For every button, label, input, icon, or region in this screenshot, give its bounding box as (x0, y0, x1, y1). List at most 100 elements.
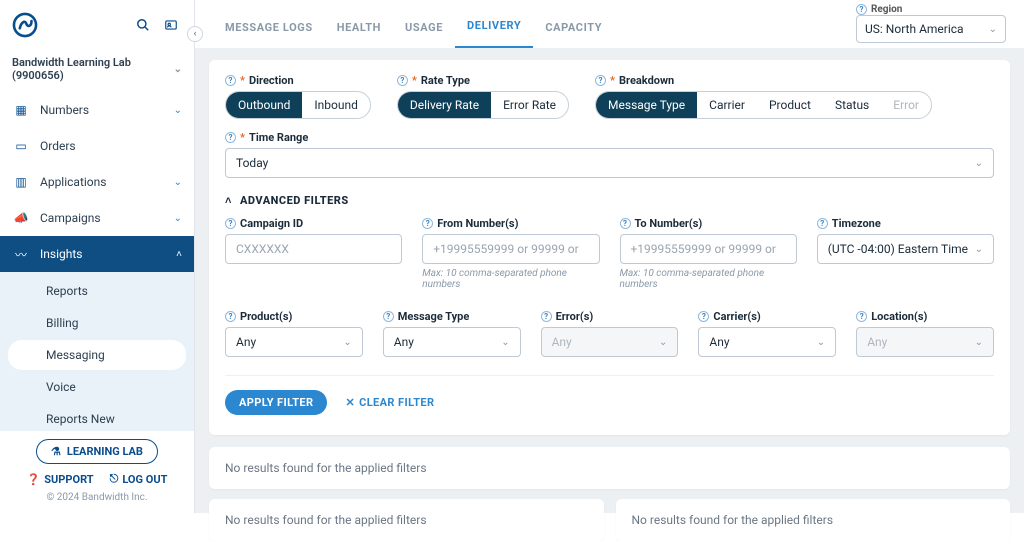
account-name: Bandwidth Learning Lab (9900656) (12, 56, 174, 82)
region-value: US: North America (865, 22, 964, 36)
info-icon[interactable]: ? (595, 75, 606, 86)
chevron-down-icon: ⌄ (975, 337, 983, 348)
to-numbers-input[interactable]: +19995559999 or 99999 or (620, 234, 797, 264)
breakdown-status[interactable]: Status (823, 92, 881, 118)
timezone-select[interactable]: (UTC -04:00) Eastern Time⌄ (817, 234, 994, 264)
sidebar-item-numbers[interactable]: ▦ Numbers ⌄ (0, 92, 194, 128)
learning-lab-button[interactable]: ⚗ LEARNING LAB (36, 439, 158, 464)
direction-outbound[interactable]: Outbound (226, 92, 302, 118)
sidebar-label: Orders (40, 139, 76, 153)
message-type-select[interactable]: Any⌄ (383, 327, 521, 357)
campaign-id-input[interactable]: CXXXXXX (225, 234, 402, 264)
megaphone-icon: 📣 (12, 211, 30, 225)
chevron-down-icon: ⌄ (659, 337, 667, 348)
tab-usage[interactable]: USAGE (393, 7, 455, 48)
apps-icon: ▥ (12, 175, 30, 189)
message-type-field: ?Message Type Any⌄ (383, 310, 521, 357)
info-icon[interactable]: ? (698, 311, 709, 322)
results-area: No results found for the applied filters… (209, 447, 1010, 541)
sidebar-label: Insights (40, 247, 82, 261)
result-card-right: No results found for the applied filters (616, 499, 1011, 541)
direction-inbound[interactable]: Inbound (302, 92, 369, 118)
sidebar-item-insights[interactable]: 〰 Insights ˄ (0, 236, 194, 272)
region-dropdown[interactable]: US: North America ⌄ (856, 15, 1006, 43)
sidebar-sub-messaging[interactable]: Messaging (8, 340, 186, 370)
result-card-main: No results found for the applied filters (209, 447, 1010, 489)
clear-filter-button[interactable]: ✕CLEAR FILTER (345, 396, 434, 409)
result-card-left: No results found for the applied filters (209, 499, 604, 541)
chevron-down-icon: ⌄ (501, 337, 509, 348)
info-icon[interactable]: ? (383, 311, 394, 322)
orders-icon: ▭ (12, 139, 30, 153)
tabs-bar: MESSAGE LOGS HEALTH USAGE DELIVERY CAPAC… (195, 0, 1024, 48)
main-content: ‹ MESSAGE LOGS HEALTH USAGE DELIVERY CAP… (195, 0, 1024, 513)
logout-link[interactable]: ⎋LOG OUT (110, 472, 168, 486)
learning-lab-label: LEARNING LAB (67, 445, 143, 458)
sidebar-item-applications[interactable]: ▥ Applications ⌄ (0, 164, 194, 200)
time-range-value: Today (236, 156, 268, 170)
search-icon[interactable] (132, 14, 154, 36)
rate-error[interactable]: Error Rate (491, 92, 568, 118)
from-numbers-input[interactable]: +19995559999 or 99999 or (422, 234, 599, 264)
breakdown-message-type[interactable]: Message Type (596, 92, 697, 118)
breakdown-product[interactable]: Product (757, 92, 823, 118)
info-icon[interactable]: ? (422, 218, 433, 229)
sidebar-menu: ▦ Numbers ⌄ ▭ Orders ▥ Applications ⌄ 📣 … (0, 92, 194, 431)
time-range-group: ?*Time Range Today ⌄ (225, 131, 994, 178)
info-icon[interactable]: ? (620, 218, 631, 229)
advanced-toggle[interactable]: ˄ ADVANCED FILTERS (225, 194, 994, 207)
beaker-icon: ⚗ (51, 445, 61, 458)
breakdown-carrier[interactable]: Carrier (697, 92, 757, 118)
support-link[interactable]: ❓SUPPORT (27, 472, 94, 486)
rate-type-toggle: Delivery Rate Error Rate (397, 91, 569, 119)
grid-icon: ▦ (12, 103, 30, 117)
chevron-down-icon: ⌄ (174, 177, 182, 188)
info-icon[interactable]: ? (225, 218, 236, 229)
carriers-select[interactable]: Any⌄ (698, 327, 836, 357)
sidebar-sub-reports-new[interactable]: Reports New (8, 404, 186, 431)
time-range-select[interactable]: Today ⌄ (225, 148, 994, 178)
sidebar-sub-billing[interactable]: Billing (8, 308, 186, 338)
products-select[interactable]: Any⌄ (225, 327, 363, 357)
chevron-up-icon: ˄ (225, 194, 232, 207)
brand-logo (12, 12, 38, 38)
locations-field: ?Location(s) Any⌄ (856, 310, 994, 357)
info-icon[interactable]: ? (225, 311, 236, 322)
carriers-field: ?Carrier(s) Any⌄ (698, 310, 836, 357)
errors-field: ?Error(s) Any⌄ (541, 310, 679, 357)
breakdown-error: Error (881, 92, 931, 118)
contact-card-icon[interactable] (160, 14, 182, 36)
from-numbers-field: ?From Number(s) +19995559999 or 99999 or… (422, 217, 599, 290)
sidebar-item-campaigns[interactable]: 📣 Campaigns ⌄ (0, 200, 194, 236)
chevron-down-icon: ⌄ (174, 64, 182, 75)
apply-filter-button[interactable]: APPLY FILTER (225, 390, 327, 415)
sidebar-label: Applications (40, 175, 106, 189)
info-icon[interactable]: ? (817, 218, 828, 229)
from-numbers-hint: Max: 10 comma-separated phone numbers (422, 268, 599, 290)
tab-health[interactable]: HEALTH (325, 7, 393, 48)
copyright-text: © 2024 Bandwidth Inc. (0, 492, 194, 503)
sidebar-sub-voice[interactable]: Voice (8, 372, 186, 402)
tab-message-logs[interactable]: MESSAGE LOGS (213, 7, 325, 48)
region-selector: ?Region US: North America ⌄ (856, 4, 1006, 43)
info-icon[interactable]: ? (225, 132, 236, 143)
info-icon[interactable]: ? (225, 75, 236, 86)
info-icon[interactable]: ? (397, 75, 408, 86)
tab-capacity[interactable]: CAPACITY (533, 7, 614, 48)
sidebar-collapse-toggle[interactable]: ‹ (187, 26, 203, 42)
to-numbers-field: ?To Number(s) +19995559999 or 99999 or M… (620, 217, 797, 290)
rate-type-group: ?*Rate Type Delivery Rate Error Rate (397, 74, 569, 119)
campaign-id-field: ?Campaign ID CXXXXXX (225, 217, 402, 290)
rate-delivery[interactable]: Delivery Rate (398, 92, 491, 118)
account-selector[interactable]: Bandwidth Learning Lab (9900656) ⌄ (0, 50, 194, 92)
sidebar-item-orders[interactable]: ▭ Orders (0, 128, 194, 164)
breakdown-group: ?*Breakdown Message Type Carrier Product… (595, 74, 932, 119)
info-icon[interactable]: ? (541, 311, 552, 322)
sidebar-sub-reports[interactable]: Reports (8, 276, 186, 306)
info-icon[interactable]: ? (856, 311, 867, 322)
to-numbers-hint: Max: 10 comma-separated phone numbers (620, 268, 797, 290)
filter-actions: APPLY FILTER ✕CLEAR FILTER (225, 375, 994, 415)
chevron-down-icon: ⌄ (817, 337, 825, 348)
tab-delivery[interactable]: DELIVERY (455, 5, 533, 48)
info-icon[interactable]: ? (856, 4, 867, 15)
